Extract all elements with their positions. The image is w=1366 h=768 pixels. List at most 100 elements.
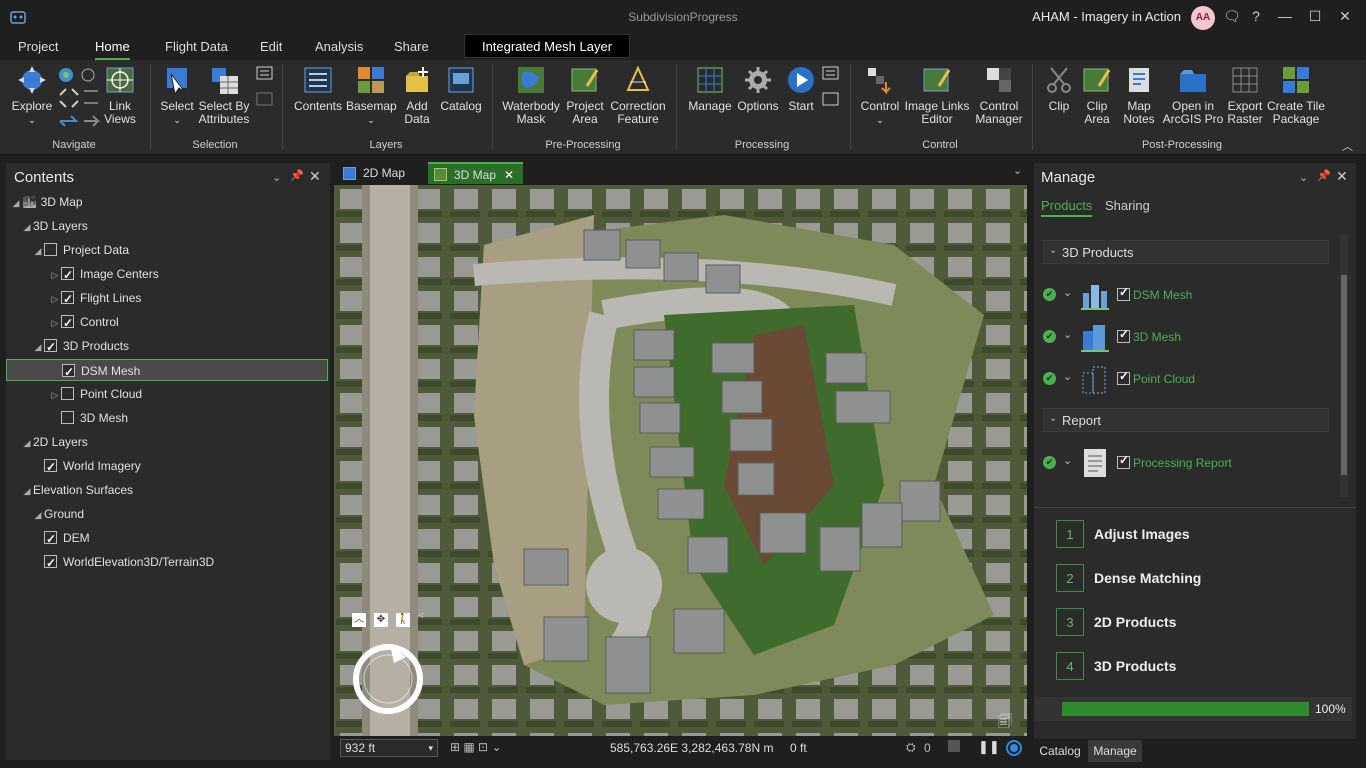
user-name[interactable]: AHAM - Imagery in Action bbox=[1032, 9, 1181, 24]
navigator-compass[interactable] bbox=[350, 641, 426, 717]
close-icon[interactable]: ✕ bbox=[309, 168, 321, 185]
attribute-table-icon[interactable] bbox=[256, 66, 274, 110]
pin-icon[interactable]: 📌 bbox=[1317, 169, 1331, 182]
collapse-arrow-icon[interactable]: ◢ bbox=[32, 504, 44, 526]
minimize-icon[interactable]: — bbox=[1275, 8, 1295, 24]
collapse-arrow-icon[interactable]: ◢ bbox=[21, 216, 33, 238]
layer-visibility-checkbox[interactable] bbox=[44, 336, 57, 358]
scale-select[interactable]: 932 ft ▾ bbox=[340, 739, 438, 757]
control-button[interactable]: Control ⌄ bbox=[858, 64, 902, 127]
collapse-ribbon-icon[interactable]: ︿ bbox=[1342, 138, 1353, 154]
correction-feature-button[interactable]: Correction Feature bbox=[608, 64, 668, 126]
tab-manage[interactable]: Manage bbox=[1088, 740, 1142, 762]
tree-item-dsm-mesh[interactable]: DSM Mesh bbox=[6, 359, 328, 383]
layer-visibility-checkbox[interactable] bbox=[62, 361, 75, 383]
manage-button[interactable]: Manage bbox=[686, 64, 734, 113]
catalog-button[interactable]: Catalog bbox=[438, 64, 484, 113]
control-manager-button[interactable]: Control Manager bbox=[972, 64, 1026, 126]
options-button[interactable]: Options bbox=[736, 64, 780, 113]
report-row-processing-report[interactable]: ✔ ⌄ Processing Report bbox=[1043, 446, 1333, 482]
product-row-dsm-mesh[interactable]: ✔ ⌄ DSM Mesh bbox=[1043, 278, 1333, 314]
chevron-down-icon[interactable]: ⌄ bbox=[1063, 286, 1072, 299]
clip-button[interactable]: Clip bbox=[1040, 64, 1078, 113]
collapse-arrow-icon[interactable]: ◢ bbox=[21, 432, 33, 454]
tree-item-image-centers[interactable]: ▷ Image Centers bbox=[6, 263, 328, 286]
tree-item-2d-layers[interactable]: ◢ 2D Layers bbox=[6, 431, 328, 453]
tab-project[interactable]: Project bbox=[18, 39, 58, 54]
section-report[interactable]: ⌄ Report bbox=[1043, 408, 1329, 432]
tree-item-3d-products[interactable]: ◢ 3D Products bbox=[6, 335, 328, 358]
tree-item-control[interactable]: ▷ Control bbox=[6, 311, 328, 334]
project-area-button[interactable]: Project Area bbox=[564, 64, 606, 126]
collapse-arrow-icon[interactable]: ◢ bbox=[32, 240, 44, 262]
dsm-mesh-checkbox[interactable] bbox=[1117, 285, 1130, 301]
close-window-icon[interactable]: ✕ bbox=[1335, 8, 1355, 25]
tree-item-3d-layers[interactable]: ◢ 3D Layers bbox=[6, 215, 328, 237]
scrollbar[interactable] bbox=[1340, 235, 1348, 497]
tab-sharing[interactable]: Sharing bbox=[1105, 198, 1150, 213]
waterbody-mask-button[interactable]: Waterbody Mask bbox=[500, 64, 562, 126]
map-notes-button[interactable]: Map Notes bbox=[1120, 64, 1158, 126]
tab-edit[interactable]: Edit bbox=[260, 39, 282, 54]
close-tab-icon[interactable]: ✕ bbox=[504, 164, 514, 186]
select-button[interactable]: Select ⌄ bbox=[158, 64, 196, 127]
layer-visibility-checkbox[interactable] bbox=[61, 288, 74, 310]
map-notes-small-icon[interactable]: 🗐 bbox=[998, 711, 1012, 735]
layer-visibility-checkbox[interactable] bbox=[44, 552, 57, 574]
selection-count-icon[interactable]: ⛭ bbox=[906, 740, 916, 755]
tree-item-3d-mesh[interactable]: 3D Mesh bbox=[6, 407, 328, 429]
avatar[interactable]: AA bbox=[1191, 6, 1215, 30]
walk-mode-icon[interactable]: 🚶 bbox=[396, 613, 410, 627]
export-raster-button[interactable]: Export Raster bbox=[1224, 64, 1266, 126]
chevron-down-icon[interactable]: ⌄ bbox=[1063, 370, 1072, 383]
point-cloud-checkbox[interactable] bbox=[1117, 369, 1130, 385]
clip-area-button[interactable]: Clip Area bbox=[1078, 64, 1116, 126]
processing-report-checkbox[interactable] bbox=[1117, 453, 1130, 469]
pin-icon[interactable]: 📌 bbox=[290, 169, 304, 182]
pane-menu-icon[interactable]: ⌄ bbox=[272, 171, 281, 184]
basemap-button[interactable]: Basemap ⌄ bbox=[346, 64, 397, 127]
tab-3d-map[interactable]: 3D Map ✕ bbox=[428, 162, 523, 184]
pane-menu-icon[interactable]: ⌄ bbox=[1299, 171, 1308, 184]
tree-item-elevation-surfaces[interactable]: ◢ Elevation Surfaces bbox=[6, 479, 328, 501]
collapse-arrow-icon[interactable]: ◢ bbox=[32, 336, 44, 358]
tab-catalog[interactable]: Catalog bbox=[1034, 740, 1086, 762]
tab-2d-map[interactable]: 2D Map bbox=[337, 162, 425, 184]
processing-small-icons[interactable] bbox=[822, 66, 840, 110]
tab-flight-data[interactable]: Flight Data bbox=[165, 39, 228, 54]
collapse-arrow-icon[interactable]: ◢ bbox=[21, 480, 33, 502]
step-adjust-images[interactable]: 1 Adjust Images bbox=[1056, 520, 1336, 550]
3d-mesh-checkbox[interactable] bbox=[1117, 327, 1130, 343]
maximize-icon[interactable]: ☐ bbox=[1305, 8, 1325, 25]
expand-arrow-icon[interactable]: ▷ bbox=[49, 384, 61, 406]
link-views-button[interactable]: Link Views bbox=[98, 64, 142, 126]
grid-tools-icon[interactable]: ⊞ ▦ ⊡ ⌄ bbox=[450, 740, 502, 754]
tree-item-world-imagery[interactable]: World Imagery bbox=[6, 455, 328, 478]
expand-arrow-icon[interactable]: ▷ bbox=[49, 288, 61, 310]
navigator-options-icon[interactable]: ⁖ bbox=[418, 611, 424, 622]
layer-visibility-checkbox[interactable] bbox=[44, 243, 57, 256]
pause-icon[interactable]: ❚❚ bbox=[978, 739, 1000, 755]
image-links-editor-button[interactable]: Image Links Editor bbox=[904, 64, 970, 126]
close-icon[interactable]: ✕ bbox=[1336, 168, 1348, 185]
full-extent-icon[interactable]: ✥ bbox=[374, 613, 388, 627]
tree-item-worldelevation3d-terrain3d[interactable]: WorldElevation3D/Terrain3D bbox=[6, 551, 328, 574]
add-data-button[interactable]: Add Data bbox=[398, 64, 436, 126]
tree-item-3d-map[interactable]: ◢ 🏙 3D Map bbox=[6, 191, 328, 213]
tab-home[interactable]: Home bbox=[95, 39, 130, 60]
expand-arrow-icon[interactable]: ▷ bbox=[49, 312, 61, 334]
tree-item-ground[interactable]: ◢ Ground bbox=[6, 503, 328, 525]
chevron-down-icon[interactable]: ⌄ bbox=[1063, 454, 1072, 467]
tab-products[interactable]: Products bbox=[1041, 198, 1093, 217]
collapse-arrow-icon[interactable]: ◢ bbox=[10, 192, 22, 214]
tilt-up-icon[interactable]: ︿ bbox=[352, 613, 366, 627]
layer-visibility-checkbox[interactable] bbox=[44, 456, 57, 478]
help-icon[interactable]: ? bbox=[1246, 8, 1266, 24]
chevron-down-icon[interactable]: ⌄ bbox=[1063, 328, 1072, 341]
explore-button[interactable]: Explore ⌄ bbox=[8, 64, 56, 127]
tab-analysis[interactable]: Analysis bbox=[315, 39, 363, 54]
notifications-icon[interactable]: 🗨 bbox=[1222, 8, 1242, 25]
step-2d-products[interactable]: 3 2D Products bbox=[1056, 608, 1336, 638]
tree-item-project-data[interactable]: ◢ Project Data bbox=[6, 239, 328, 261]
select-by-attributes-button[interactable]: Select By Attributes bbox=[198, 64, 250, 126]
